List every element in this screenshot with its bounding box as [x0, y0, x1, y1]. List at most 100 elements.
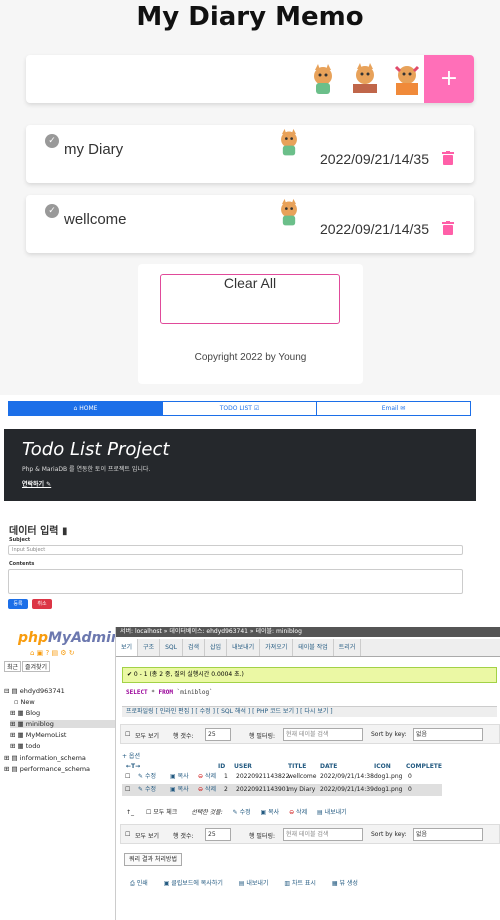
contact-link[interactable]: 연락하기 ✎: [22, 479, 51, 488]
cell-icon[interactable]: dog1.png: [374, 771, 402, 783]
tree-db[interactable]: ⊞ ▤ information_schema: [4, 754, 86, 762]
cell-user[interactable]: 20220921143901: [236, 784, 289, 796]
print-label: 인쇄: [136, 880, 148, 887]
cell-user[interactable]: 20220921143822: [236, 771, 289, 783]
view-link[interactable]: ▦ 뷰 생성: [332, 880, 358, 887]
checkbox[interactable]: ☐: [125, 731, 130, 738]
query-links[interactable]: 프로파일링 [ 인라인 편집 ] [ 수정 ] [ SQL 해석 ] [ PHP…: [122, 706, 497, 717]
edit-link[interactable]: ✎ 수정: [138, 771, 156, 783]
checkbox[interactable]: ☐: [125, 831, 130, 838]
delete-link[interactable]: ⊖ 삭제: [198, 784, 216, 796]
options-toggle[interactable]: + 옵션: [122, 751, 140, 760]
sql-text: *: [147, 689, 159, 696]
bulk-delete[interactable]: ⊖ 삭제: [289, 809, 307, 816]
col-icon[interactable]: ICON: [374, 763, 391, 770]
sort-arrows-icon[interactable]: ←T→: [126, 763, 140, 770]
dog-cup-icon: [281, 198, 297, 226]
trash-icon[interactable]: [442, 151, 454, 165]
chart-link[interactable]: ▥ 차트 표시: [284, 880, 316, 887]
logo-myadmin: MyAdmin: [48, 630, 121, 646]
tab-email[interactable]: Email ✉: [317, 402, 470, 415]
delete-link[interactable]: ⊖ 삭제: [198, 771, 216, 783]
favorites-button[interactable]: 즐겨찾기: [22, 661, 51, 672]
filter-input[interactable]: 현재 테이블 검색: [283, 828, 363, 841]
dog-cup-icon[interactable]: [306, 63, 340, 97]
tab-export[interactable]: 내보내기: [227, 639, 261, 656]
clear-all-button[interactable]: Clear All: [160, 274, 340, 324]
bulk-copy[interactable]: ▣ 복사: [261, 809, 280, 816]
print-link[interactable]: ⎙ 인쇄: [130, 880, 148, 887]
tree-db[interactable]: ⊟ ▤ ehdyd963741: [4, 687, 65, 695]
checkbox[interactable]: ☐: [146, 809, 151, 816]
copy-label: 복사: [177, 773, 189, 780]
checkbox[interactable]: ☐: [125, 784, 130, 796]
tab-browse[interactable]: 보기: [116, 639, 139, 656]
cell-title[interactable]: my Diary: [288, 784, 315, 796]
tab-sql[interactable]: SQL: [160, 639, 183, 656]
check-icon[interactable]: ✓: [45, 204, 59, 218]
tree-table[interactable]: ⊞ ▦ Blog: [10, 709, 40, 717]
contents-textarea[interactable]: [8, 569, 463, 594]
query-ops-title: 쿼리 결과 처리방법: [124, 853, 182, 866]
check-icon[interactable]: ✓: [45, 134, 59, 148]
memo-input-bar[interactable]: +: [26, 55, 474, 103]
col-title[interactable]: TITLE: [288, 763, 306, 770]
col-date[interactable]: DATE: [320, 763, 337, 770]
rows-select[interactable]: 25: [205, 828, 231, 841]
cell-complete[interactable]: 0: [408, 771, 412, 783]
tab-operations[interactable]: 테이블 작업: [293, 639, 334, 656]
cancel-button[interactable]: 취소: [32, 599, 52, 609]
add-memo-button[interactable]: +: [424, 55, 474, 103]
tree-table[interactable]: ⊞ ▦ todo: [10, 742, 40, 750]
dog-book-icon[interactable]: [348, 63, 382, 97]
tab-search[interactable]: 검색: [183, 639, 206, 656]
cell-id[interactable]: 1: [224, 771, 228, 783]
cell-date[interactable]: 2022/09/21/14:39: [320, 784, 374, 796]
submit-button[interactable]: 등록: [8, 599, 28, 609]
breadcrumb[interactable]: 서버: localhost » 데이터베이스: ehdyd963741 » 테이…: [116, 627, 500, 637]
cell-icon[interactable]: dog1.png: [374, 784, 402, 796]
tab-triggers[interactable]: 트리거: [334, 639, 362, 656]
copy-link[interactable]: ▣ 복사: [170, 771, 189, 783]
trash-icon[interactable]: [442, 221, 454, 235]
dog-box-icon[interactable]: [390, 63, 424, 97]
copy-link[interactable]: ▣ 복사: [170, 784, 189, 796]
tab-import[interactable]: 가져오기: [260, 639, 294, 656]
col-complete[interactable]: COMPLETE: [406, 763, 442, 770]
tab-home[interactable]: ⌂ HOME: [9, 402, 163, 415]
pma-logo[interactable]: phpMyAdmin: [18, 630, 121, 646]
tree-table-selected[interactable]: ⊞ ▦ miniblog: [10, 720, 115, 728]
tree-label: MyMemoList: [25, 731, 67, 739]
rows-select[interactable]: 25: [205, 728, 231, 741]
tree-db[interactable]: ⊞ ▤ performance_schema: [4, 765, 90, 773]
cell-date[interactable]: 2022/09/21/14:38: [320, 771, 374, 783]
checkbox[interactable]: ☐: [125, 771, 130, 783]
clipboard-link[interactable]: ▣ 클립보드에 복사하기: [164, 880, 223, 887]
subject-input[interactable]: Input Subject: [8, 545, 463, 555]
bulk-export[interactable]: ▤ 내보내기: [317, 809, 347, 816]
filter-input[interactable]: 현재 테이블 검색: [283, 728, 363, 741]
col-id[interactable]: ID: [218, 763, 225, 770]
sortby-select[interactable]: 없음: [413, 828, 483, 841]
sidebar-icons[interactable]: ⌂ ▣ ? ▤ ⚙ ↻: [30, 649, 75, 657]
col-user[interactable]: USER: [234, 763, 252, 770]
tree-table[interactable]: ⊞ ▦ MyMemoList: [10, 731, 66, 739]
cell-complete[interactable]: 0: [408, 784, 412, 796]
export-label: 내보내기: [324, 809, 347, 816]
tab-todo-list[interactable]: TODO LIST ☑: [163, 402, 317, 415]
cell-id[interactable]: 2: [224, 784, 228, 796]
edit-link[interactable]: ✎ 수정: [138, 784, 156, 796]
recent-button[interactable]: 최근: [4, 661, 22, 672]
check-all-label[interactable]: 모두 체크: [153, 809, 177, 816]
tree-new[interactable]: ▫ New: [14, 698, 35, 706]
bulk-edit[interactable]: ✎ 수정: [233, 809, 251, 816]
tree-label: miniblog: [25, 720, 54, 728]
export-link[interactable]: ▤ 내보내기: [239, 880, 269, 887]
sortby-select[interactable]: 없음: [413, 728, 483, 741]
tab-structure[interactable]: 구조: [138, 639, 161, 656]
view-label: 뷰 생성: [339, 880, 358, 887]
tab-insert[interactable]: 삽입: [205, 639, 228, 656]
tree-label: Blog: [25, 709, 41, 717]
arrow-up-icon: ↑_: [126, 809, 135, 816]
cell-title[interactable]: wellcome: [288, 771, 316, 783]
